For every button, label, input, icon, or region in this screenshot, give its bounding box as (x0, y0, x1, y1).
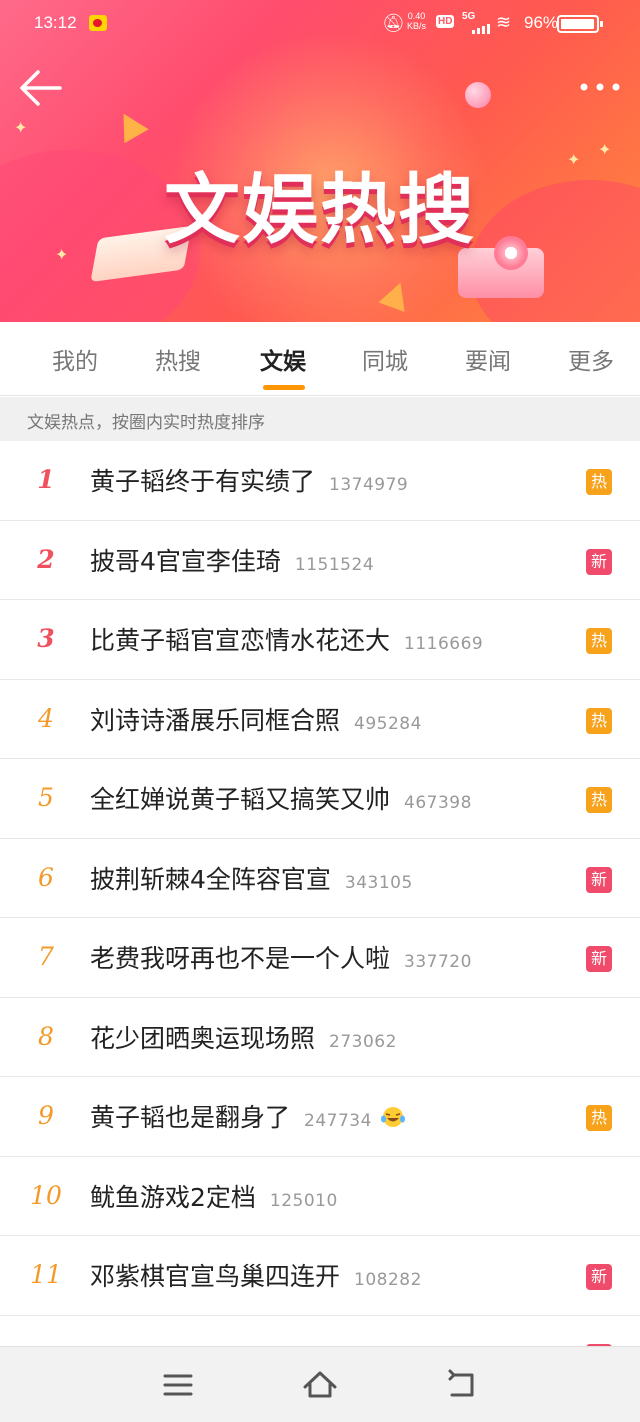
menu-icon[interactable] (158, 1365, 198, 1405)
list-item[interactable]: 9 黄子韬也是翻身了 247734 热 (0, 1077, 640, 1157)
topic-title: 黄子韬终于有实绩了 1374979 (90, 467, 409, 496)
list-item[interactable]: 4 刘诗诗潘展乐同框合照 495284 热 (0, 680, 640, 759)
topic-title: 黄子韬也是翻身了 247734 (90, 1098, 406, 1134)
hot-badge: 热 (586, 707, 612, 734)
active-tab-indicator (263, 385, 305, 390)
heat-count: 495284 (354, 713, 422, 734)
sparkle-icon: ✦ (14, 118, 28, 137)
heat-count: 467398 (404, 793, 472, 813)
rank-number: 2 (37, 544, 55, 574)
back-icon[interactable] (442, 1365, 482, 1405)
new-badge: 新 (586, 946, 612, 972)
list-item[interactable]: 3 比黄子韬官宣恋情水花还大 1116669 热 (0, 600, 640, 680)
rank-number: 1 (37, 465, 55, 494)
sparkle-icon: ✦ (55, 245, 69, 264)
planet-icon (465, 82, 491, 108)
rank-number: 5 (38, 783, 54, 812)
bell-off-icon: 🔕︎ (382, 13, 405, 33)
status-time: 13:12 (34, 13, 77, 32)
new-badge: 新 (586, 1264, 612, 1290)
sparkle-icon: ✦ (567, 150, 581, 169)
rank-number: 8 (38, 1021, 54, 1051)
banner: ✦ ✦ ✦ ✦ 文娱热搜 (0, 0, 640, 322)
rank-number: 11 (30, 1260, 62, 1289)
tab-bar: 我的 热搜 文娱 同城 要闻 更多 (0, 322, 640, 396)
battery-percent: 96% (524, 13, 559, 32)
list-item[interactable]: 5 全红婵说黄子韬又搞笑又帅 467398 热 (0, 759, 640, 839)
heat-count: 343105 (344, 872, 413, 893)
rank-number: 3 (37, 624, 55, 653)
tab-hot-search[interactable]: 热搜 (155, 342, 201, 376)
home-icon[interactable] (300, 1365, 340, 1405)
hd-icon: HD (436, 15, 455, 28)
topic-title: 比黄子韬官宣恋情水花还大 1116669 (90, 626, 484, 655)
list-item[interactable]: 11 邓紫棋官宣鸟巢四连开 108282 新 (0, 1236, 640, 1316)
rank-number: 10 (30, 1180, 62, 1210)
net-speed-unit: KB/s (407, 21, 427, 31)
list-item[interactable]: 2 披哥4官宣李佳琦 1151524 新 (0, 521, 640, 600)
heat-count: 108282 (354, 1270, 422, 1290)
new-badge: 新 (586, 866, 612, 893)
topic-title: 邓紫棋官宣鸟巢四连开 108282 (90, 1262, 422, 1291)
heat-count: 1374979 (329, 475, 409, 495)
list-item[interactable]: 8 花少团晒奥运现场照 273062 (0, 998, 640, 1077)
heat-count: 337720 (404, 952, 472, 972)
topic-title: 老费我呀再也不是一个人啦 337720 (90, 944, 472, 973)
heat-count: 1116669 (404, 634, 484, 654)
back-arrow-icon[interactable] (18, 68, 64, 108)
list-description: 文娱热点，按圈内实时热度排序 (0, 397, 640, 441)
rank-number: 6 (38, 862, 54, 892)
battery-icon (557, 15, 603, 33)
rank-number: 9 (38, 1101, 54, 1130)
tab-headlines[interactable]: 要闻 (465, 342, 511, 376)
system-nav-bar (0, 1346, 640, 1422)
topic-title: 花少团晒奥运现场照 273062 (90, 1023, 397, 1053)
hot-badge: 热 (586, 1105, 612, 1131)
topic-title: 全红婵说黄子韬又搞笑又帅 467398 (90, 785, 472, 814)
list-item[interactable]: 10 鱿鱼游戏2定档 125010 (0, 1157, 640, 1236)
network-type: 5G (462, 11, 476, 22)
rank-number: 4 (38, 703, 54, 733)
sparkle-icon: ✦ (598, 140, 612, 159)
more-options-icon[interactable] (578, 76, 622, 98)
heat-count: 247734 (304, 1111, 372, 1131)
heat-count: 125010 (269, 1190, 338, 1211)
hot-badge: 热 (586, 787, 612, 813)
rank-number: 7 (38, 942, 54, 971)
status-bar: 13:12 🔕︎ 0.40 KB/s HD 5G ≋ 96% (0, 0, 640, 48)
new-badge: 新 (586, 548, 612, 575)
triangle-decor-icon (111, 106, 149, 144)
crying-laughing-emoji-icon (380, 1107, 405, 1127)
heat-count: 1151524 (294, 554, 375, 575)
hot-badge: 热 (586, 628, 612, 654)
tab-local[interactable]: 同城 (362, 342, 408, 376)
wifi-icon: ≋ (496, 12, 512, 32)
net-speed: 0.40 KB/s (407, 11, 426, 31)
signal-icon (472, 24, 490, 34)
hot-search-list: 1 黄子韬终于有实绩了 1374979 热 2 披哥4官宣李佳琦 1151524 新… (0, 441, 640, 1395)
weibo-icon (89, 15, 107, 31)
heat-count: 273062 (329, 1031, 397, 1052)
topic-title: 刘诗诗潘展乐同框合照 495284 (90, 705, 422, 735)
tab-entertainment[interactable]: 文娱 (260, 342, 306, 376)
list-item[interactable]: 7 老费我呀再也不是一个人啦 337720 新 (0, 918, 640, 998)
list-item[interactable]: 1 黄子韬终于有实绩了 1374979 热 (0, 441, 640, 521)
topic-title: 披哥4官宣李佳琦 1151524 (90, 546, 375, 576)
list-item[interactable]: 6 披荆斩棘4全阵容官宣 343105 新 (0, 839, 640, 918)
topic-title: 披荆斩棘4全阵容官宣 343105 (90, 864, 413, 894)
topic-title: 鱿鱼游戏2定档 125010 (90, 1182, 338, 1212)
tab-more[interactable]: 更多 (568, 342, 614, 376)
hot-badge: 热 (586, 469, 612, 495)
tab-mine[interactable]: 我的 (52, 342, 98, 376)
banner-title: 文娱热搜 (164, 165, 476, 254)
net-speed-value: 0.40 (407, 11, 426, 21)
